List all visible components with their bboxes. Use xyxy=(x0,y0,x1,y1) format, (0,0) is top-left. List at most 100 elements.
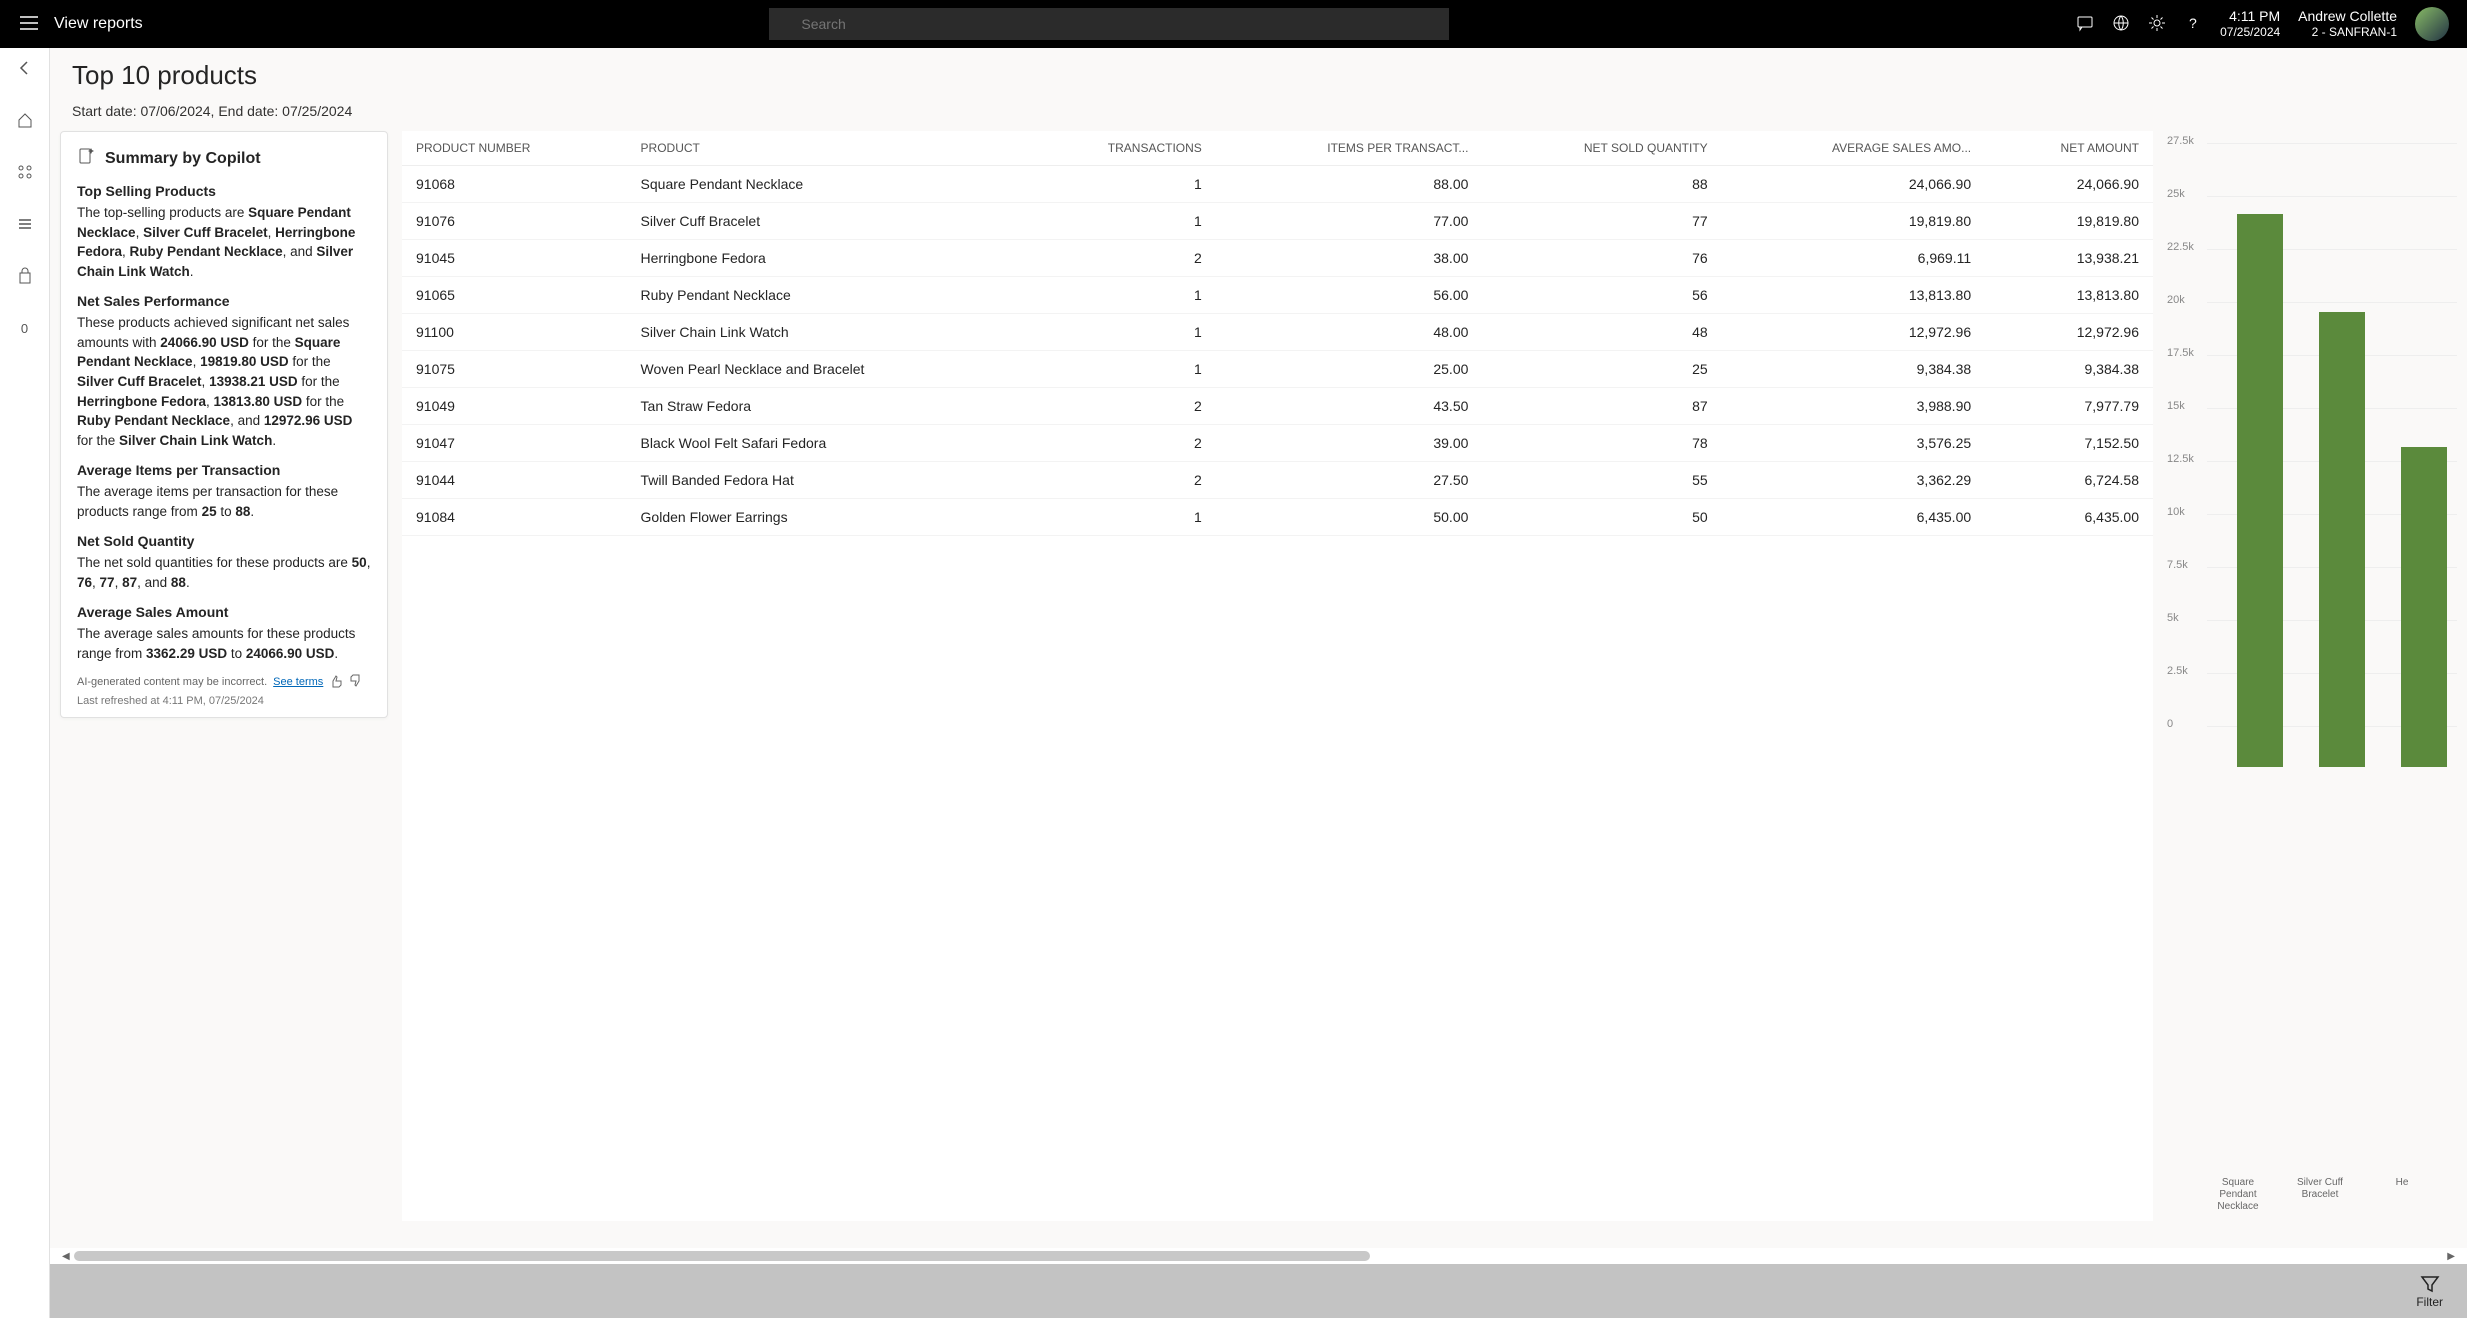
table-cell: 88.00 xyxy=(1216,166,1483,203)
table-cell: 77 xyxy=(1482,203,1721,240)
header-user: Andrew Collette 2 - SANFRAN-1 xyxy=(2298,7,2397,41)
table-row[interactable]: 91100Silver Chain Link Watch148.004812,9… xyxy=(402,314,2153,351)
table-cell: 9,384.38 xyxy=(1722,351,1985,388)
copilot-summary-card: Summary by Copilot Top Selling ProductsT… xyxy=(60,131,388,718)
table-cell: 55 xyxy=(1482,462,1721,499)
table-header[interactable]: ITEMS PER TRANSACT... xyxy=(1216,131,1483,166)
table-cell: 7,152.50 xyxy=(1985,425,2153,462)
table-cell: 6,435.00 xyxy=(1722,499,1985,536)
table-cell: 76 xyxy=(1482,240,1721,277)
date-range: Start date: 07/06/2024, End date: 07/25/… xyxy=(50,95,2467,131)
table-cell: 12,972.96 xyxy=(1985,314,2153,351)
table-cell: 48.00 xyxy=(1216,314,1483,351)
table-cell: 25.00 xyxy=(1216,351,1483,388)
chart-bar[interactable] xyxy=(2401,447,2447,767)
table-cell: 56 xyxy=(1482,277,1721,314)
copilot-section-body: The average sales amounts for these prod… xyxy=(77,624,371,663)
table-cell: 91068 xyxy=(402,166,627,203)
table-cell: 24,066.90 xyxy=(1722,166,1985,203)
table-cell: Silver Chain Link Watch xyxy=(627,314,1024,351)
table-cell: Herringbone Fedora xyxy=(627,240,1024,277)
footer-bar: Filter xyxy=(50,1264,2467,1318)
thumbs-down-icon[interactable] xyxy=(349,674,363,691)
chat-icon[interactable] xyxy=(2076,14,2094,35)
avatar[interactable] xyxy=(2415,7,2449,41)
filter-button[interactable]: Filter xyxy=(2416,1273,2443,1309)
table-cell: Tan Straw Fedora xyxy=(627,388,1024,425)
table-row[interactable]: 91047Black Wool Felt Safari Fedora239.00… xyxy=(402,425,2153,462)
table-cell: 43.50 xyxy=(1216,388,1483,425)
table-cell: 1 xyxy=(1024,314,1216,351)
table-row[interactable]: 91075Woven Pearl Necklace and Bracelet12… xyxy=(402,351,2153,388)
ai-note: AI-generated content may be incorrect. xyxy=(77,676,267,688)
table-cell: 39.00 xyxy=(1216,425,1483,462)
table-cell: 2 xyxy=(1024,425,1216,462)
table-row[interactable]: 91045Herringbone Fedora238.00766,969.111… xyxy=(402,240,2153,277)
copilot-section-body: The top-selling products are Square Pend… xyxy=(77,203,371,281)
x-axis-label: Silver Cuff Bracelet xyxy=(2297,1177,2343,1213)
table-cell: Twill Banded Fedora Hat xyxy=(627,462,1024,499)
table-cell: 1 xyxy=(1024,277,1216,314)
table-row[interactable]: 91084Golden Flower Earrings150.00506,435… xyxy=(402,499,2153,536)
table-cell: 50 xyxy=(1482,499,1721,536)
table-header[interactable]: TRANSACTIONS xyxy=(1024,131,1216,166)
search-input[interactable] xyxy=(769,8,1449,40)
table-header[interactable]: PRODUCT NUMBER xyxy=(402,131,627,166)
table-cell: Woven Pearl Necklace and Bracelet xyxy=(627,351,1024,388)
table-cell: 1 xyxy=(1024,351,1216,388)
table-cell: 91044 xyxy=(402,462,627,499)
table-cell: 19,819.80 xyxy=(1722,203,1985,240)
table-cell: 2 xyxy=(1024,462,1216,499)
copilot-heading: Summary by Copilot xyxy=(105,150,261,168)
table-header[interactable]: NET AMOUNT xyxy=(1985,131,2153,166)
table-cell: 77.00 xyxy=(1216,203,1483,240)
globe-icon[interactable] xyxy=(2112,14,2130,35)
net-amount-chart: 27.5k25k22.5k20k17.5k15k12.5k10k7.5k5k2.… xyxy=(2167,131,2457,1221)
table-cell: 1 xyxy=(1024,499,1216,536)
table-cell: 3,988.90 xyxy=(1722,388,1985,425)
horizontal-scrollbar[interactable]: ◀ ▶ xyxy=(50,1248,2467,1264)
hamburger-menu-icon[interactable] xyxy=(8,8,50,41)
table-cell: 56.00 xyxy=(1216,277,1483,314)
table-cell: 19,819.80 xyxy=(1985,203,2153,240)
copilot-section-title: Net Sold Quantity xyxy=(77,533,371,549)
table-cell: 3,576.25 xyxy=(1722,425,1985,462)
table-header[interactable]: NET SOLD QUANTITY xyxy=(1482,131,1721,166)
copilot-section-body: The net sold quantities for these produc… xyxy=(77,553,371,592)
table-cell: 6,724.58 xyxy=(1985,462,2153,499)
table-cell: 13,813.80 xyxy=(1722,277,1985,314)
table-header[interactable]: AVERAGE SALES AMO... xyxy=(1722,131,1985,166)
products-table: PRODUCT NUMBERPRODUCTTRANSACTIONSITEMS P… xyxy=(402,131,2153,1221)
help-icon[interactable]: ? xyxy=(2184,14,2202,35)
table-row[interactable]: 91068Square Pendant Necklace188.008824,0… xyxy=(402,166,2153,203)
count-indicator[interactable]: 0 xyxy=(13,316,37,340)
bag-icon[interactable] xyxy=(13,264,37,288)
header-clock: 4:11 PM 07/25/2024 xyxy=(2220,7,2280,41)
table-row[interactable]: 91065Ruby Pendant Necklace156.005613,813… xyxy=(402,277,2153,314)
x-axis-label: He xyxy=(2379,1177,2425,1213)
chart-bar[interactable] xyxy=(2237,214,2283,767)
table-cell: 50.00 xyxy=(1216,499,1483,536)
scroll-left-icon[interactable]: ◀ xyxy=(58,1251,74,1262)
table-cell: 87 xyxy=(1482,388,1721,425)
table-header[interactable]: PRODUCT xyxy=(627,131,1024,166)
left-rail: 0 xyxy=(0,48,50,1318)
table-cell: 91084 xyxy=(402,499,627,536)
copilot-section-title: Average Sales Amount xyxy=(77,604,371,620)
table-cell: 13,938.21 xyxy=(1985,240,2153,277)
scroll-right-icon[interactable]: ▶ xyxy=(2443,1251,2459,1262)
table-cell: 9,384.38 xyxy=(1985,351,2153,388)
gear-icon[interactable] xyxy=(2148,14,2166,35)
table-row[interactable]: 91044Twill Banded Fedora Hat227.50553,36… xyxy=(402,462,2153,499)
list-icon[interactable] xyxy=(13,212,37,236)
table-cell: 12,972.96 xyxy=(1722,314,1985,351)
table-row[interactable]: 91076Silver Cuff Bracelet177.007719,819.… xyxy=(402,203,2153,240)
thumbs-up-icon[interactable] xyxy=(329,674,343,691)
table-cell: 24,066.90 xyxy=(1985,166,2153,203)
chart-bar[interactable] xyxy=(2319,312,2365,767)
dashboard-icon[interactable] xyxy=(13,160,37,184)
home-icon[interactable] xyxy=(13,108,37,132)
back-icon[interactable] xyxy=(13,56,37,80)
table-row[interactable]: 91049Tan Straw Fedora243.50873,988.907,9… xyxy=(402,388,2153,425)
see-terms-link[interactable]: See terms xyxy=(273,676,323,688)
